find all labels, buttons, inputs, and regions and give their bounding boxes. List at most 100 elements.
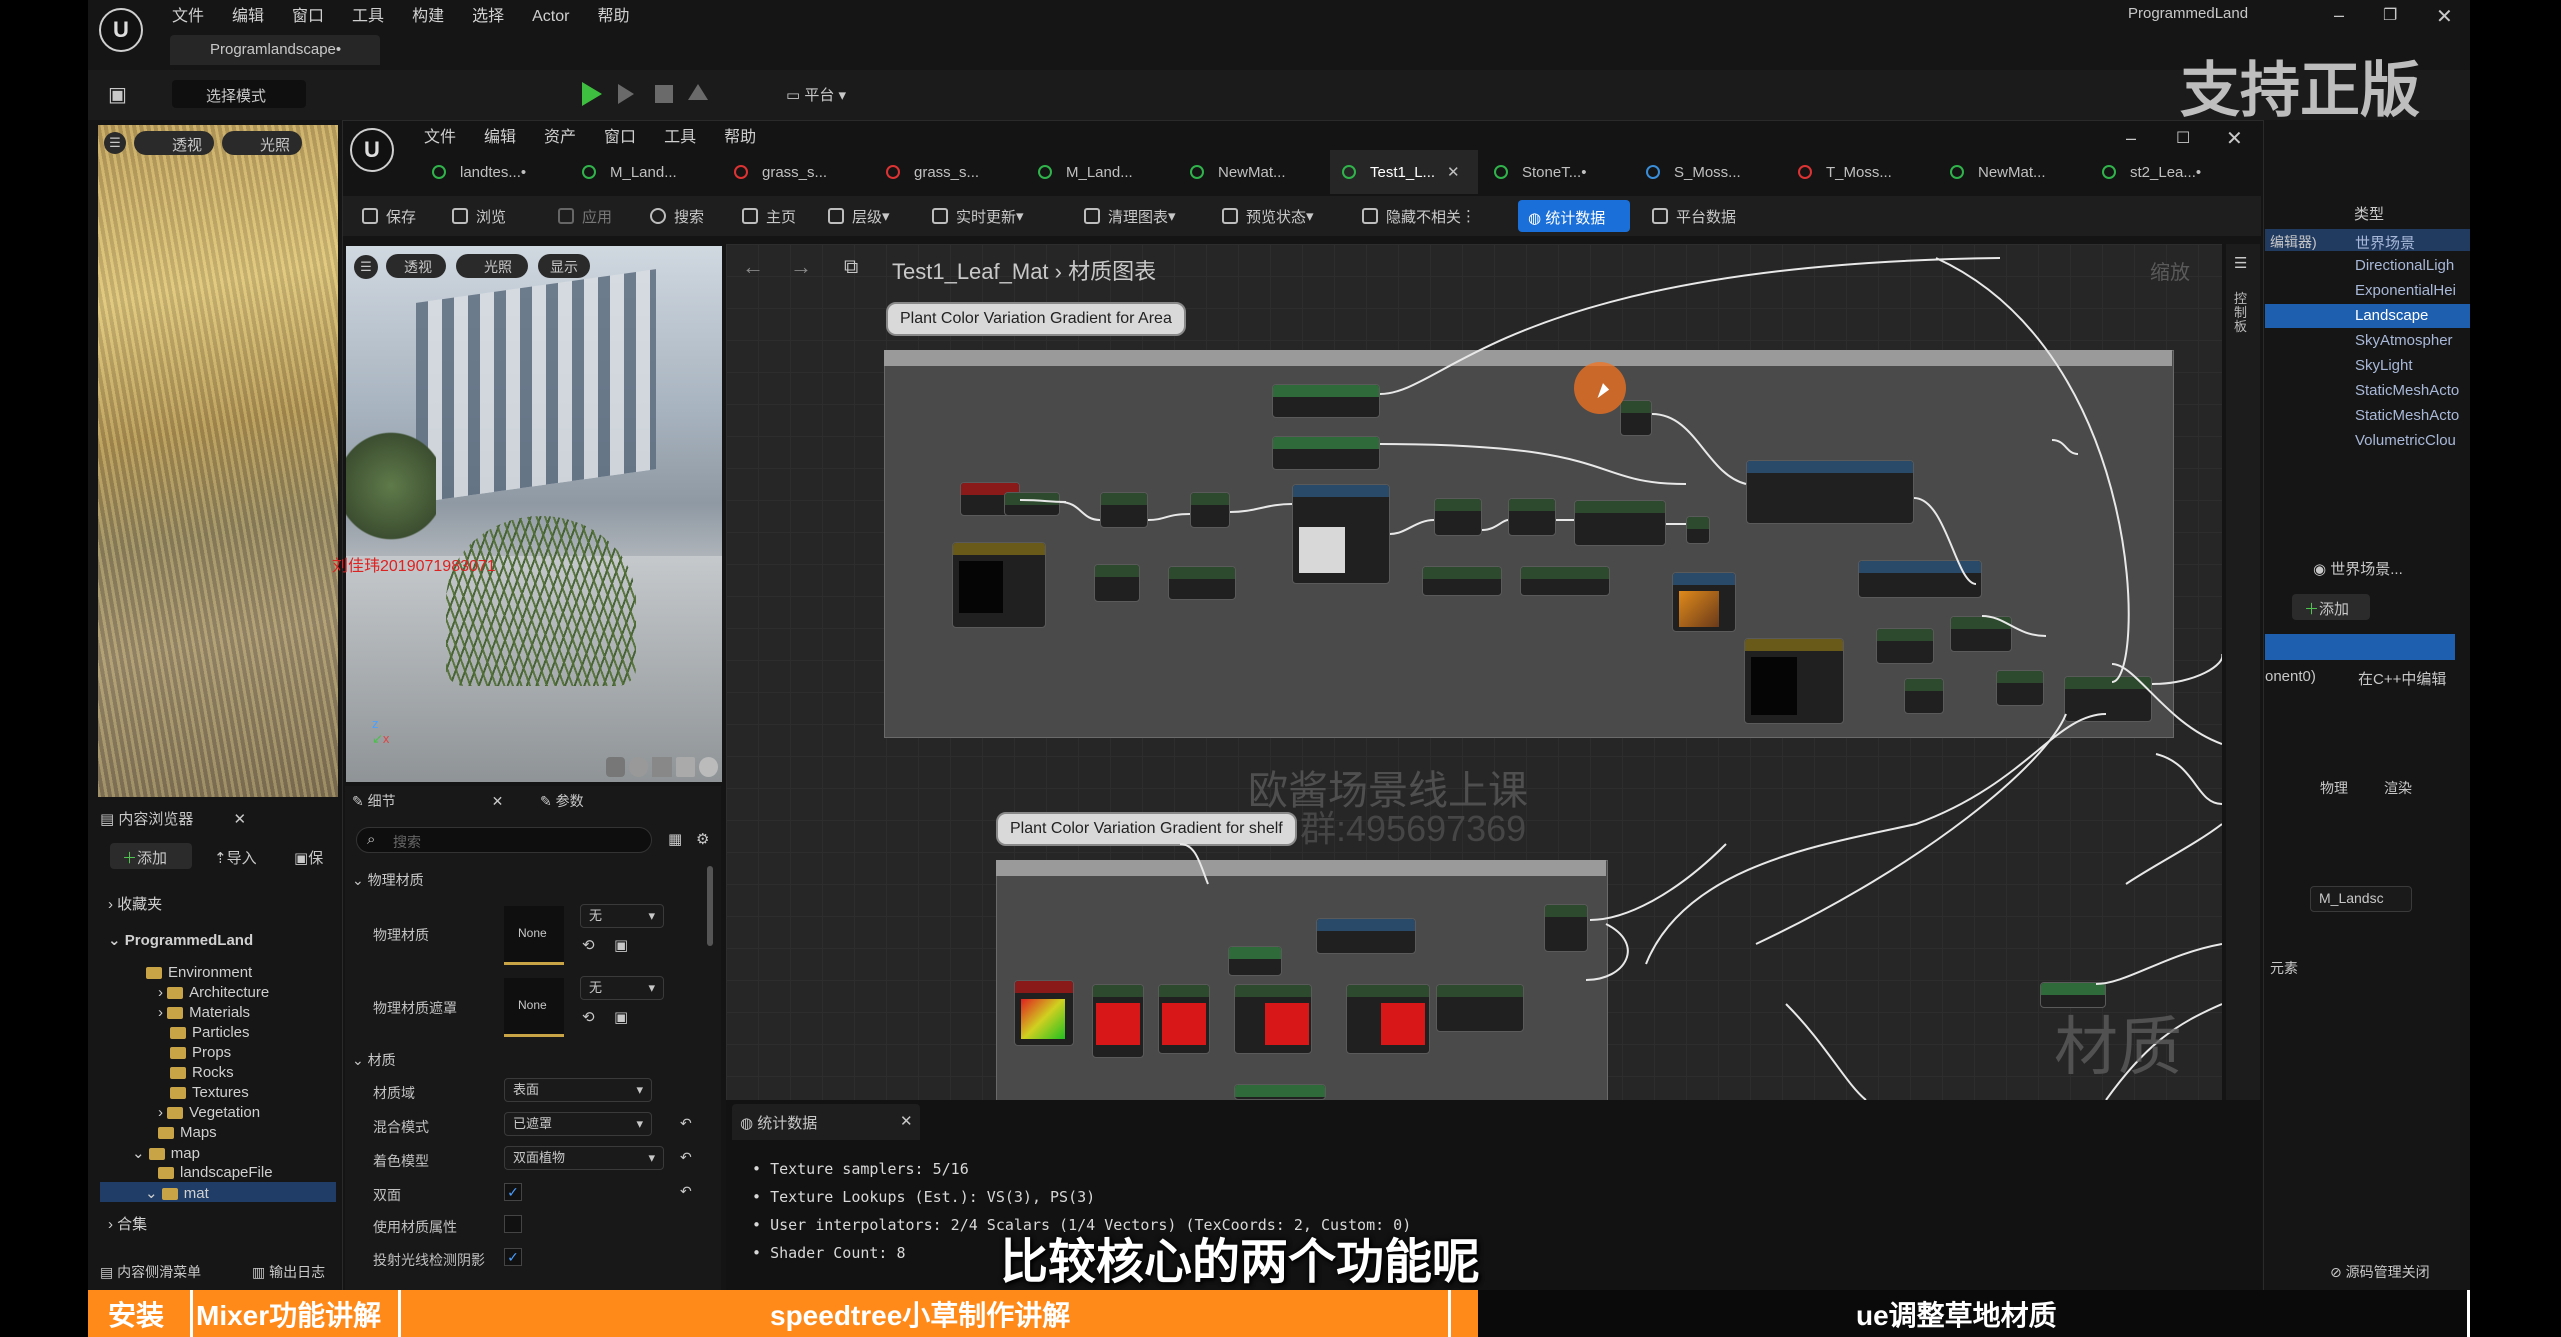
me-close-icon[interactable]: ✕ xyxy=(2226,126,2243,151)
outliner-item[interactable]: StaticMeshActo xyxy=(2355,407,2459,424)
asset-tab-active[interactable]: Test1_L... ✕ xyxy=(1330,150,1478,194)
asset-tab[interactable]: st2_Lea...• xyxy=(2090,150,2201,194)
palette-side-label[interactable]: 控制板 xyxy=(2234,292,2250,334)
blend-reset-icon[interactable]: ↶ xyxy=(680,1115,692,1132)
phys-material-thumbnail[interactable]: None xyxy=(504,906,564,965)
chapter-segment-ue-material[interactable]: ue调整草地材质 xyxy=(1856,1294,2057,1334)
asset-tab[interactable]: T_Moss... xyxy=(1786,150,1892,194)
phys-material-dropdown[interactable]: 无 ▾ xyxy=(580,904,664,928)
use-material-attributes-checkbox[interactable] xyxy=(504,1215,522,1233)
menu-help[interactable]: 帮助 xyxy=(597,8,629,25)
window-max-icon[interactable]: ❐ xyxy=(2383,5,2397,25)
platform-stats-button[interactable]: 平台数据 xyxy=(1652,198,1736,234)
details-search-input[interactable]: ⌕ 搜索 xyxy=(356,827,652,853)
menu-tools[interactable]: 工具 xyxy=(352,8,384,25)
content-browser-close-icon[interactable]: ✕ xyxy=(234,811,247,828)
table-view-icon[interactable]: ▦ xyxy=(668,830,682,848)
outliner-item[interactable]: 世界场景 xyxy=(2355,232,2415,253)
live-update-button[interactable]: 实时更新 ▾ xyxy=(932,198,1024,234)
phys-mask-use-icon[interactable]: ▣ xyxy=(614,1008,628,1026)
source-control-button[interactable]: ⊘ 源码管理关闭 xyxy=(2330,1262,2430,1282)
edit-in-cpp-link[interactable]: 在C++中编辑 xyxy=(2358,668,2446,689)
details-scrollbar[interactable] xyxy=(707,866,713,946)
menu-build[interactable]: 构建 xyxy=(412,8,444,25)
folder-particles[interactable]: Particles xyxy=(170,1024,250,1041)
settings-gear-icon[interactable]: ⚙ xyxy=(696,830,709,848)
material-slot-dropdown[interactable]: M_Landsc xyxy=(2310,886,2412,912)
preview-show-button[interactable]: 显示 xyxy=(538,254,590,278)
hierarchy-button[interactable]: 层级 ▾ xyxy=(828,198,890,234)
menu-actor[interactable]: Actor xyxy=(532,8,569,25)
me-minimize-icon[interactable]: – xyxy=(2126,128,2136,149)
folder-textures[interactable]: Textures xyxy=(170,1084,249,1101)
preview-lit-button[interactable]: 光照 xyxy=(456,254,528,278)
collections-section[interactable]: › 合集 xyxy=(108,1213,147,1234)
two-sided-reset-icon[interactable]: ↶ xyxy=(680,1183,692,1200)
palette-side-tab[interactable] xyxy=(2226,244,2260,1100)
menu-window[interactable]: 窗口 xyxy=(292,8,324,25)
chapter-segment-speedtree[interactable]: speedtree小草制作讲解 xyxy=(770,1294,1070,1334)
folder-rocks[interactable]: Rocks xyxy=(170,1064,234,1081)
section-physical-header[interactable]: ⌄ 物理材质 xyxy=(352,870,424,890)
window-close-icon[interactable]: ✕ xyxy=(2436,4,2453,29)
menu-select[interactable]: 选择 xyxy=(472,8,504,25)
outliner-item[interactable]: ExponentialHei xyxy=(2355,282,2456,299)
me-menu-file[interactable]: 文件 xyxy=(424,129,456,146)
params-tab[interactable]: ✎ 参数 xyxy=(540,791,584,811)
folder-mat[interactable]: ⌄ mat xyxy=(145,1184,209,1202)
two-sided-checkbox[interactable]: ✓ xyxy=(504,1183,522,1201)
platform-button[interactable]: ▭ 平台 ▾ xyxy=(786,84,846,105)
save-all-icon[interactable]: ▣ xyxy=(108,82,127,107)
outliner-item[interactable]: SkyLight xyxy=(2355,357,2413,374)
output-log-button[interactable]: ▥ 输出日志 xyxy=(252,1262,325,1282)
content-browser-tab[interactable]: ▤ 内容浏览器 ✕ xyxy=(100,808,246,829)
folder-map[interactable]: ⌄ map xyxy=(132,1144,200,1162)
search-button[interactable]: 搜索 xyxy=(650,198,704,234)
preview-shape-buttons[interactable] xyxy=(606,757,719,777)
root-folder[interactable]: ⌄ ProgrammedLand xyxy=(108,931,253,949)
add-content-button[interactable]: ＋添加 xyxy=(110,843,192,869)
folder-materials[interactable]: › Materials xyxy=(158,1004,250,1021)
me-menu-asset[interactable]: 资产 xyxy=(544,129,576,146)
save-button[interactable]: 保存 xyxy=(362,198,416,234)
domain-dropdown[interactable]: 表面 ▾ xyxy=(504,1078,652,1102)
asset-tab[interactable]: M_Land... xyxy=(570,150,677,194)
me-menu-help[interactable]: 帮助 xyxy=(724,129,756,146)
browse-button[interactable]: 浏览 xyxy=(452,198,506,234)
phys-mask-browse-icon[interactable]: ⟲ xyxy=(582,1008,595,1026)
details-tab[interactable]: ✎ 细节 ✕ xyxy=(352,791,503,811)
menu-file[interactable]: 文件 xyxy=(172,8,204,25)
outliner-item[interactable]: SkyAtmospher xyxy=(2355,332,2453,349)
window-min-icon[interactable]: – xyxy=(2334,5,2344,26)
details-close-icon[interactable]: ✕ xyxy=(492,793,504,809)
palette-menu-icon[interactable]: ☰ xyxy=(2234,254,2247,272)
clean-graph-button[interactable]: 清理图表 ▾ xyxy=(1084,198,1176,234)
home-button[interactable]: 主页 xyxy=(742,198,796,234)
material-editor-logo-icon[interactable]: U xyxy=(350,128,394,172)
asset-tab[interactable]: NewMat... xyxy=(1938,150,2046,194)
shading-model-dropdown[interactable]: 双面植物 ▾ xyxy=(504,1146,664,1170)
me-maximize-icon[interactable]: ☐ xyxy=(2176,128,2190,148)
stats-tab[interactable]: ◍ 统计数据 ✕ xyxy=(732,1104,920,1140)
physics-filter-button[interactable]: 物理 xyxy=(2320,778,2348,798)
outliner-item[interactable]: VolumetricClou xyxy=(2355,432,2456,449)
phys-material-use-icon[interactable]: ▣ xyxy=(614,936,628,954)
menu-edit[interactable]: 编辑 xyxy=(232,8,264,25)
folder-architecture[interactable]: › Architecture xyxy=(158,984,269,1001)
phys-material-browse-icon[interactable]: ⟲ xyxy=(582,936,595,954)
phys-mask-dropdown[interactable]: 无 ▾ xyxy=(580,976,664,1000)
shading-reset-icon[interactable]: ↶ xyxy=(680,1149,692,1166)
me-menu-tools[interactable]: 工具 xyxy=(664,129,696,146)
stats-tab-close-icon[interactable]: ✕ xyxy=(900,1112,913,1130)
chapter-segment-install[interactable]: 安装 xyxy=(108,1294,164,1334)
asset-tab[interactable]: S_Moss... xyxy=(1634,150,1741,194)
stop-button[interactable] xyxy=(655,85,673,103)
asset-tab[interactable]: grass_s... xyxy=(874,150,979,194)
unreal-logo-icon[interactable]: U xyxy=(99,8,143,52)
asset-tab[interactable]: NewMat... xyxy=(1178,150,1286,194)
me-menu-window[interactable]: 窗口 xyxy=(604,129,636,146)
preview-perspective-button[interactable]: 透视 xyxy=(386,254,446,278)
viewport-lit-button[interactable]: 光照 xyxy=(222,131,302,155)
content-drawer-button[interactable]: ▤ 内容侧滑菜单 xyxy=(100,1262,201,1282)
details-add-button[interactable]: ＋添加 xyxy=(2292,594,2370,620)
